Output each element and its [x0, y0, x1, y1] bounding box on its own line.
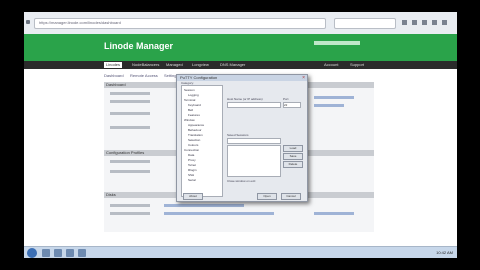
close-on-exit-label: Close window on exit: — [227, 179, 257, 183]
tree-item[interactable]: Proxy — [188, 158, 196, 162]
tree-item[interactable]: Logging — [188, 93, 199, 97]
media-icon[interactable] — [66, 249, 74, 257]
subtab-remote-access[interactable]: Remote Access — [130, 73, 158, 78]
tab-linodes[interactable]: Linodes — [104, 62, 123, 68]
putty-dialog: PuTTY Configuration × Category: Session … — [176, 74, 308, 202]
host-input[interactable] — [227, 102, 281, 108]
tree-item[interactable]: Selection — [188, 138, 200, 142]
close-icon[interactable]: × — [302, 75, 305, 81]
tab-longview[interactable]: Longview — [192, 62, 209, 68]
user-link[interactable] — [314, 41, 360, 45]
menu-icon[interactable] — [442, 20, 447, 25]
main-nav: Linodes NodeBalancers Managed Longview D… — [24, 61, 457, 69]
disk-link[interactable] — [164, 212, 274, 215]
tab-dns-manager[interactable]: DNS Manager — [220, 62, 245, 68]
addon-icon[interactable] — [432, 20, 437, 25]
explorer-icon[interactable] — [42, 249, 50, 257]
putty-icon[interactable] — [78, 249, 86, 257]
tree-item[interactable]: Telnet — [188, 163, 196, 167]
tree-item[interactable]: Session — [184, 88, 195, 92]
url-text: https://manager.linode.com/linodes/dashb… — [39, 20, 121, 25]
tab-support[interactable]: Support — [350, 62, 364, 68]
search-input[interactable] — [334, 18, 396, 29]
screen: https://manager.linode.com/linodes/dashb… — [24, 12, 457, 258]
info-row — [110, 112, 150, 115]
start-button[interactable] — [27, 248, 37, 258]
tree-item[interactable]: Appearance — [188, 123, 204, 127]
back-icon[interactable] — [26, 20, 30, 24]
disk-row — [110, 212, 150, 215]
tree-item[interactable]: Rlogin — [188, 168, 197, 172]
load-button[interactable]: Load — [283, 145, 303, 152]
tab-managed[interactable]: Managed — [166, 62, 183, 68]
dialog-title: PuTTY Configuration × — [177, 75, 307, 81]
saved-sessions-list[interactable] — [227, 145, 281, 177]
tree-item[interactable]: Keyboard — [188, 103, 201, 107]
saved-sessions-label: Saved Sessions — [227, 133, 249, 137]
app-title: Linode Manager — [104, 41, 174, 51]
category-tree[interactable]: Session Logging Terminal Keyboard Bell F… — [181, 85, 223, 197]
tab-account[interactable]: Account — [324, 62, 338, 68]
browser-icon[interactable] — [54, 249, 62, 257]
tree-item[interactable]: Translation — [188, 133, 203, 137]
tree-item[interactable]: Behaviour — [188, 128, 202, 132]
save-button[interactable]: Save — [283, 153, 303, 160]
address-bar[interactable]: https://manager.linode.com/linodes/dashb… — [34, 18, 326, 29]
tree-item[interactable]: Data — [188, 153, 194, 157]
side-link[interactable] — [314, 104, 344, 107]
tree-item[interactable]: Serial — [188, 178, 196, 182]
side-link[interactable] — [314, 96, 354, 99]
port-label: Port — [283, 97, 289, 101]
tree-item[interactable]: SSH — [188, 173, 194, 177]
delete-button[interactable]: Delete — [283, 161, 303, 168]
host-label: Host Name (or IP address) — [227, 97, 263, 101]
tree-item[interactable]: Features — [188, 113, 200, 117]
clock: 10:42 AM — [436, 250, 453, 255]
config-row — [110, 160, 150, 163]
browser-toolbar: https://manager.linode.com/linodes/dashb… — [24, 12, 457, 35]
tree-item[interactable]: Colours — [188, 143, 198, 147]
app-header: Linode Manager — [24, 34, 457, 61]
info-row — [110, 92, 150, 95]
tree-item[interactable]: Terminal — [184, 98, 195, 102]
tree-item[interactable]: Window — [184, 118, 195, 122]
port-input[interactable]: 22 — [283, 102, 301, 108]
dialog-title-text: PuTTY Configuration — [180, 75, 218, 80]
tree-item[interactable]: Bell — [188, 108, 193, 112]
info-row — [110, 126, 150, 129]
open-button[interactable]: Open — [257, 193, 277, 200]
subtab-dashboard[interactable]: Dashboard — [104, 73, 124, 78]
tab-nodebalancers[interactable]: NodeBalancers — [132, 62, 159, 68]
disk-row — [110, 204, 150, 207]
tree-item[interactable]: Connection — [184, 148, 199, 152]
about-button[interactable]: About — [183, 193, 203, 200]
info-row — [110, 100, 150, 103]
cancel-button[interactable]: Cancel — [281, 193, 301, 200]
config-row — [110, 170, 150, 173]
star-icon[interactable] — [402, 20, 407, 25]
download-icon[interactable] — [412, 20, 417, 25]
home-icon[interactable] — [422, 20, 427, 25]
taskbar: 10:42 AM — [24, 246, 457, 258]
disk-action-link[interactable] — [314, 212, 354, 215]
disk-link[interactable] — [164, 204, 244, 207]
saved-session-input[interactable] — [227, 138, 281, 144]
